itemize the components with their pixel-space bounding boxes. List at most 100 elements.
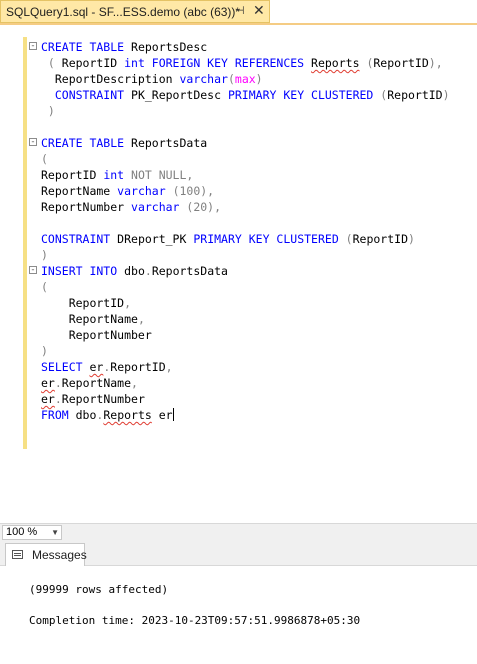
- zoom-dropdown[interactable]: 100 % ▼: [2, 525, 62, 540]
- code-line-text: (: [41, 151, 48, 167]
- code-token: ReportNumber: [61, 392, 145, 406]
- code-token: ReportID: [387, 88, 443, 102]
- code-line[interactable]: SELECT er.ReportID,: [0, 359, 477, 375]
- code-token: ReportID: [41, 296, 125, 310]
- code-line[interactable]: er.ReportNumber: [0, 391, 477, 407]
- code-line-text: CONSTRAINT DReport_PK PRIMARY KEY CLUSTE…: [41, 231, 415, 247]
- code-line[interactable]: ): [0, 247, 477, 263]
- code-token: ,: [137, 312, 145, 326]
- code-line[interactable]: ReportName,: [0, 311, 477, 327]
- pin-icon[interactable]: ⊣: [235, 4, 245, 17]
- collapse-icon[interactable]: -: [29, 266, 37, 275]
- code-line[interactable]: - INSERT INTO dbo.ReportsData: [0, 263, 477, 279]
- code-line[interactable]: ): [0, 343, 477, 359]
- code-line-text: ReportID,: [41, 295, 131, 311]
- code-token: (: [41, 152, 48, 166]
- code-line[interactable]: ): [0, 103, 477, 119]
- code-line[interactable]: FROM dbo.Reports er: [0, 407, 477, 423]
- code-line[interactable]: [0, 215, 477, 231]
- code-line[interactable]: (: [0, 151, 477, 167]
- code-token: ): [408, 232, 415, 246]
- code-token: ReportName: [61, 376, 132, 390]
- code-token: NOT NULL,: [131, 168, 194, 182]
- code-line[interactable]: ReportID int NOT NULL,: [0, 167, 477, 183]
- collapse-icon[interactable]: -: [29, 138, 37, 147]
- code-token: SELECT: [41, 360, 90, 374]
- code-line[interactable]: ReportNumber: [0, 327, 477, 343]
- code-token: CONSTRAINT: [41, 88, 132, 102]
- code-line[interactable]: (: [0, 279, 477, 295]
- code-line-text: ReportName,: [41, 311, 145, 327]
- code-line[interactable]: - CREATE TABLE ReportsDesc: [0, 39, 477, 55]
- code-line[interactable]: ReportNumber varchar (20),: [0, 199, 477, 215]
- query-editor[interactable]: - CREATE TABLE ReportsDesc ( ReportID int…: [0, 25, 477, 523]
- code-token: varchar: [131, 200, 187, 214]
- results-tab-bar: Messages: [0, 541, 477, 566]
- code-token: CONSTRAINT: [41, 232, 118, 246]
- rows-affected-message: (99999 rows affected): [29, 583, 169, 596]
- code-line-text: er.ReportNumber: [41, 391, 145, 407]
- code-line[interactable]: er.ReportName,: [0, 375, 477, 391]
- code-line[interactable]: CONSTRAINT PK_ReportDesc PRIMARY KEY CLU…: [0, 87, 477, 103]
- code-line-text: CREATE TABLE ReportsData: [41, 135, 207, 151]
- code-token: ReportNumber: [41, 200, 132, 214]
- code-line[interactable]: CONSTRAINT DReport_PK PRIMARY KEY CLUSTE…: [0, 231, 477, 247]
- code-line[interactable]: ( ReportID int FOREIGN KEY REFERENCES Re…: [0, 55, 477, 71]
- code-line-text: ( ReportID int FOREIGN KEY REFERENCES Re…: [41, 55, 443, 71]
- code-token: (: [227, 72, 235, 86]
- chevron-down-icon[interactable]: ▼: [51, 526, 59, 539]
- code-token: ReportID: [373, 56, 429, 70]
- code-token: INSERT INTO: [41, 264, 125, 278]
- code-token: ReportName: [41, 184, 118, 198]
- code-token: (: [41, 280, 48, 294]
- tab-messages-label: Messages: [32, 548, 87, 562]
- close-icon[interactable]: ✕: [253, 2, 265, 19]
- code-token: varchar: [179, 72, 228, 86]
- code-token: ): [442, 88, 450, 102]
- code-token: PK_ReportDesc: [131, 88, 228, 102]
- code-line-text: INSERT INTO dbo.ReportsData: [41, 263, 228, 279]
- code-line[interactable]: ReportID,: [0, 295, 477, 311]
- code-token: CREATE TABLE: [41, 40, 132, 54]
- tab-messages[interactable]: Messages: [5, 543, 87, 566]
- code-line-text: ReportNumber varchar (20),: [41, 199, 221, 215]
- code-line-text: ReportDescription varchar(max): [41, 71, 263, 87]
- code-line[interactable]: [0, 119, 477, 135]
- zoom-value: 100 %: [6, 526, 38, 538]
- code-line[interactable]: ReportName varchar (100),: [0, 183, 477, 199]
- code-token: (: [41, 56, 62, 70]
- code-token: FROM: [41, 408, 76, 422]
- code-line[interactable]: ReportDescription varchar(max): [0, 71, 477, 87]
- document-tab-title: SQLQuery1.sql - SF...ESS.demo (abc (63))…: [6, 5, 241, 19]
- document-tab[interactable]: SQLQuery1.sql - SF...ESS.demo (abc (63))…: [0, 0, 270, 23]
- code-token: PRIMARY KEY CLUSTERED: [227, 88, 381, 102]
- code-line-text: FROM dbo.Reports er: [41, 407, 174, 423]
- code-token: ): [255, 72, 263, 86]
- code-token: dbo: [75, 408, 97, 422]
- code-token: ReportsData: [131, 136, 208, 150]
- code-token: .: [144, 264, 152, 278]
- code-line-text: CONSTRAINT PK_ReportDesc PRIMARY KEY CLU…: [41, 87, 450, 103]
- code-token: ReportDescription: [41, 72, 180, 86]
- code-line-text: ): [41, 247, 48, 263]
- code-token: max: [234, 72, 256, 86]
- collapse-icon[interactable]: -: [29, 42, 37, 51]
- code-token: int: [103, 168, 132, 182]
- code-token: varchar: [117, 184, 173, 198]
- code-token: CREATE TABLE: [41, 136, 132, 150]
- code-area[interactable]: - CREATE TABLE ReportsDesc ( ReportID int…: [0, 39, 477, 423]
- code-token: (20),: [186, 200, 222, 214]
- code-token: int FOREIGN KEY REFERENCES: [124, 56, 312, 70]
- document-tab-bar: SQLQuery1.sql - SF...ESS.demo (abc (63))…: [0, 0, 477, 25]
- code-token: ReportID: [352, 232, 408, 246]
- code-token: ReportID: [61, 56, 125, 70]
- code-token: ),: [428, 56, 443, 70]
- code-token: er: [89, 360, 104, 374]
- text-caret: [172, 408, 174, 421]
- code-token: er: [41, 376, 55, 390]
- code-line-text: ): [41, 103, 55, 119]
- code-token: ,: [124, 296, 132, 310]
- code-line[interactable]: - CREATE TABLE ReportsData: [0, 135, 477, 151]
- code-token: ReportID: [110, 360, 166, 374]
- code-token: PRIMARY KEY CLUSTERED: [193, 232, 346, 246]
